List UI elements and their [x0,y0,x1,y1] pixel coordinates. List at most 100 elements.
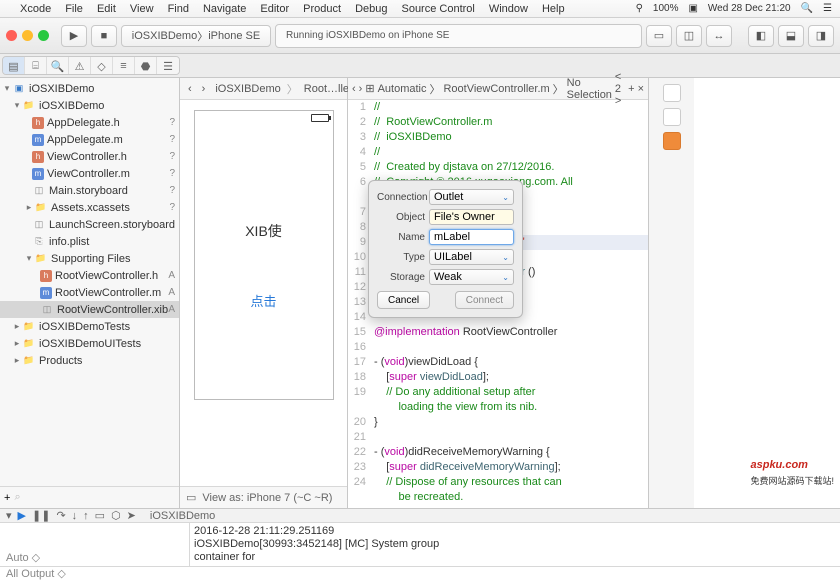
device-status-bar [195,111,333,125]
close-window-button[interactable] [6,30,17,41]
uibutton-element[interactable]: 点击 [250,291,276,310]
menu-editor[interactable]: Editor [260,3,289,15]
folder-item[interactable]: ▸📁Products [0,352,179,369]
file-inspector-tab[interactable] [663,84,681,102]
add-button[interactable]: + [4,492,10,504]
variables-view[interactable]: Auto ◇ [0,523,190,566]
step-out-icon[interactable]: ↑ [83,510,89,522]
related-items-icon[interactable]: ⊞ [365,82,374,95]
zoom-window-button[interactable] [38,30,49,41]
clock[interactable]: Wed 28 Dec 21:20 [708,3,791,14]
battery-icon [311,114,329,122]
back-button[interactable]: ‹ [184,83,196,95]
file-item[interactable]: mRootViewController.mA [0,284,179,301]
toggle-debug-button[interactable]: ⬓ [778,25,804,47]
continue-icon[interactable]: ❚❚ [32,509,50,522]
filter-field[interactable]: ⌕ [14,491,175,504]
output-filter[interactable]: All Output ◇ [6,567,66,580]
group-supporting[interactable]: ▾📁Supporting Files [0,250,179,267]
wifi-icon[interactable]: ⚲ [636,3,643,14]
project-tree[interactable]: ▾▣ iOSXIBDemo ▾📁 iOSXIBDemo hAppDelegate… [0,78,179,486]
jump-bar-left[interactable]: ‹ › iOSXIBDemo〉 Root…ller.xib〉 View〉 L X… [180,78,347,100]
ib-canvas[interactable]: XIB使 点击 [180,100,347,486]
project-navigator-tab[interactable]: ▤ [3,57,25,75]
cancel-button[interactable]: Cancel [377,291,430,309]
auto-selector[interactable]: Auto ◇ [6,551,40,564]
file-item[interactable]: hAppDelegate.h? [0,114,179,131]
breakpoints-icon[interactable]: ▶ [18,509,26,522]
type-select[interactable]: UILabel⌄ [429,249,514,265]
storage-select[interactable]: Weak⌄ [429,269,514,285]
menu-help[interactable]: Help [542,3,565,15]
menu-debug[interactable]: Debug [355,3,387,15]
run-button[interactable]: ▶ [61,25,87,47]
notifications-icon[interactable]: ☰ [823,3,832,14]
memory-graph-icon[interactable]: ⬡ [111,509,121,522]
spotlight-icon[interactable]: 🔍 [801,3,813,14]
view-as-label[interactable]: View as: iPhone 7 (~C ~R) [202,492,332,504]
name-input[interactable]: mLabel [429,229,514,245]
toggle-navigator-button[interactable]: ◧ [748,25,774,47]
folder-item[interactable]: ▸📁iOSXIBDemoUITests [0,335,179,352]
jump-bar-right[interactable]: ‹ › ⊞ Automatic〉 RootViewController.m〉 N… [348,78,648,100]
device-frame[interactable]: XIB使 点击 [194,110,334,400]
menu-navigate[interactable]: Navigate [203,3,246,15]
window-controls [6,30,49,41]
version-editor-button[interactable]: ↔ [706,25,732,47]
breakpoint-navigator-tab[interactable]: ⬣ [135,57,157,75]
assistant-editor-button[interactable]: ◫ [676,25,702,47]
file-item[interactable]: ◫LaunchScreen.storyboard [0,216,179,233]
menu-find[interactable]: Find [168,3,189,15]
toggle-inspector-button[interactable]: ◨ [808,25,834,47]
scheme-selector[interactable]: iOSXIBDemo 〉 iPhone SE [121,25,271,47]
find-navigator-tab[interactable]: 🔍 [47,57,69,75]
step-into-icon[interactable]: ↓ [72,510,78,522]
menu-edit[interactable]: Edit [97,3,116,15]
add-assistant-icon[interactable]: + [628,83,634,95]
file-item-selected[interactable]: ◫RootViewController.xibA [0,301,179,318]
navigator-segments: ▤ ⌸ 🔍 ⚠ ◇ ≡ ⬣ ☰ [2,56,180,75]
folder-item[interactable]: ▸📁Assets.xcassets? [0,199,179,216]
connection-select[interactable]: Outlet⌄ [429,189,514,205]
file-item[interactable]: hRootViewController.hA [0,267,179,284]
object-library-icon[interactable] [663,132,681,150]
menu-source-control[interactable]: Source Control [401,3,474,15]
outlet-connection-popover: ConnectionOutlet⌄ ObjectFile's Owner Nam… [368,180,523,318]
quick-help-tab[interactable] [663,108,681,126]
menu-window[interactable]: Window [489,3,528,15]
step-over-icon[interactable]: ↷ [56,509,65,522]
file-item[interactable]: mAppDelegate.m? [0,131,179,148]
forward-button[interactable]: › [198,83,210,95]
forward-button[interactable]: › [359,83,363,95]
issue-navigator-tab[interactable]: ⚠ [69,57,91,75]
back-button[interactable]: ‹ [352,83,356,95]
uilabel-element[interactable]: XIB使 [245,221,282,241]
menu-file[interactable]: File [65,3,83,15]
group-main[interactable]: ▾📁 iOSXIBDemo [0,97,179,114]
report-navigator-tab[interactable]: ☰ [157,57,179,75]
folder-item[interactable]: ▸📁iOSXIBDemoTests [0,318,179,335]
file-item[interactable]: ◫Main.storyboard? [0,182,179,199]
minimize-window-button[interactable] [22,30,33,41]
debug-target[interactable]: iOSXIBDemo [150,510,215,522]
device-config-icon[interactable]: ▭ [186,491,196,504]
menu-view[interactable]: View [130,3,154,15]
debug-view-icon[interactable]: ▭ [95,509,105,522]
stop-button[interactable]: ■ [91,25,117,47]
menu-product[interactable]: Product [303,3,341,15]
menu-xcode[interactable]: Xcode [20,3,51,15]
debug-navigator-tab[interactable]: ≡ [113,57,135,75]
connect-button[interactable]: Connect [455,291,514,309]
location-icon[interactable]: ➤ [127,509,136,522]
console-view[interactable]: 2016-12-28 21:11:29.251169 iOSXIBDemo[30… [190,523,840,566]
close-assistant-icon[interactable]: × [638,83,644,95]
project-root[interactable]: ▾▣ iOSXIBDemo [0,80,179,97]
standard-editor-button[interactable]: ▭ [646,25,672,47]
connection-label: Connection [377,192,425,203]
file-item[interactable]: ⎘info.plist [0,233,179,250]
symbol-navigator-tab[interactable]: ⌸ [25,57,47,75]
file-item[interactable]: mViewController.m? [0,165,179,182]
test-navigator-tab[interactable]: ◇ [91,57,113,75]
file-item[interactable]: hViewController.h? [0,148,179,165]
hide-debug-icon[interactable]: ▾ [6,509,12,522]
